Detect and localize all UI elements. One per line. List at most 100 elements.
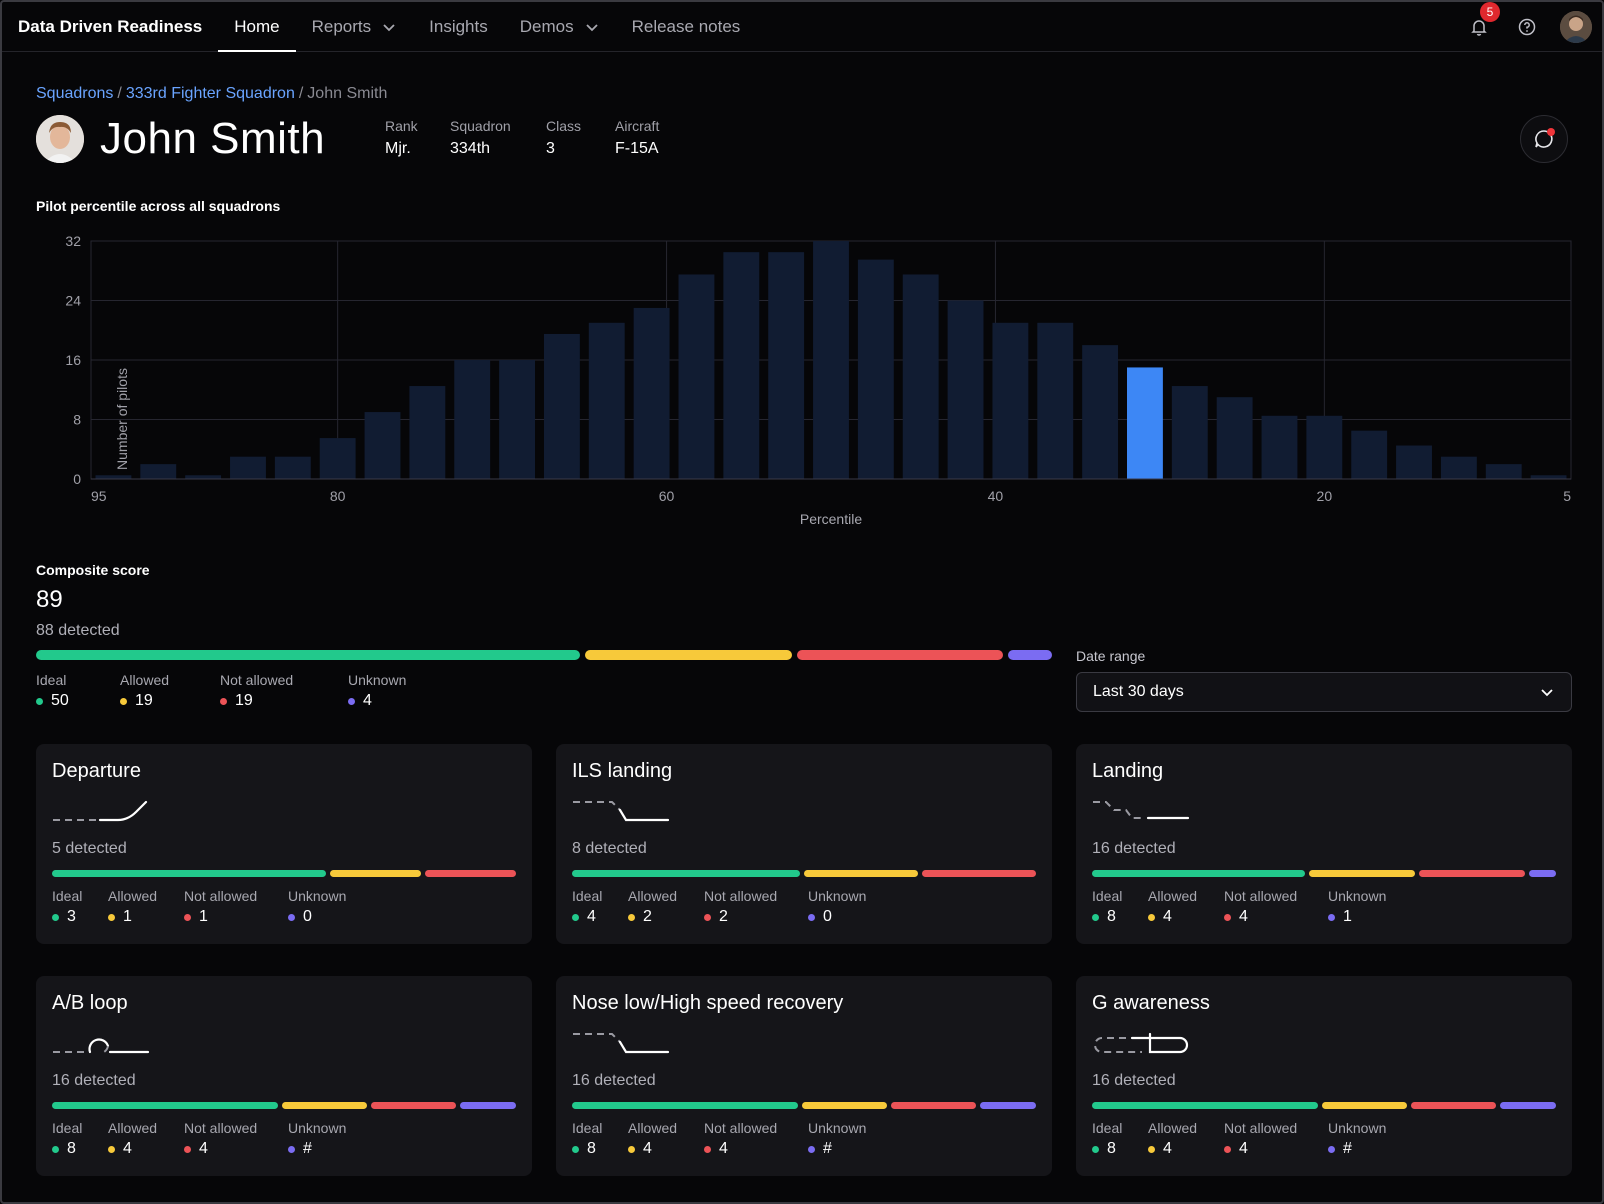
- legend-count: 0: [303, 908, 312, 925]
- legend-item: Allowed 4: [108, 1120, 184, 1158]
- breadcrumb-separator: /: [298, 85, 304, 102]
- card-segment-bar: [1092, 870, 1557, 877]
- bar[interactable]: [499, 360, 535, 479]
- nav-tab-reports[interactable]: Reports: [296, 2, 414, 51]
- maneuver-card-departure[interactable]: Departure 5 detected Ideal 3 Allowed 1 Not all…: [36, 744, 532, 944]
- card-detected: 16 detected: [1092, 840, 1176, 857]
- legend-item: Ideal 8: [1092, 888, 1148, 926]
- meta-rank: Rank Mjr.: [385, 118, 418, 158]
- bar[interactable]: [588, 322, 625, 479]
- maneuver-card-ils-landing[interactable]: ILS landing 8 detected Ideal 4 Allowed 2 Not a…: [556, 744, 1052, 944]
- nav-tab-home[interactable]: Home: [218, 2, 296, 52]
- bar[interactable]: [543, 333, 580, 479]
- meta-label: Aircraft: [615, 118, 660, 134]
- legend-value: #: [1328, 1140, 1408, 1158]
- bar[interactable]: [1216, 397, 1253, 479]
- bar[interactable]: [678, 274, 715, 479]
- legend-count: 2: [719, 908, 728, 925]
- nav-tab-demos[interactable]: Demos: [504, 2, 616, 51]
- legend-item: Allowed 2: [628, 888, 704, 926]
- legend-label: Ideal: [36, 672, 67, 688]
- bar[interactable]: [185, 475, 222, 479]
- maneuver-card-nose-low-high-speed-recovery[interactable]: Nose low/High speed recovery 16 detected I…: [556, 976, 1052, 1176]
- legend-value: 8: [52, 1140, 108, 1158]
- bar[interactable]: [1082, 345, 1119, 479]
- breadcrumb-333rd-fighter-squadron[interactable]: 333rd Fighter Squadron: [126, 85, 295, 102]
- segment-ideal: [36, 650, 581, 660]
- bar[interactable]: [1530, 475, 1567, 479]
- legend-count: 4: [1239, 1140, 1248, 1157]
- chat-button[interactable]: [1520, 115, 1568, 163]
- composite-legend: Ideal 50 Allowed 19 Not allowed 19 Unknown 4: [36, 672, 452, 710]
- bar[interactable]: [813, 241, 849, 479]
- legend-value: 4: [1148, 1140, 1224, 1158]
- legend-value: 8: [1092, 1140, 1148, 1158]
- legend-dot: [628, 913, 635, 921]
- bar[interactable]: [1261, 415, 1298, 479]
- bar[interactable]: [768, 252, 805, 479]
- card-legend: Ideal 8 Allowed 4 Not allowed 4 Unknown #: [1092, 1120, 1408, 1158]
- bar[interactable]: [1037, 322, 1074, 479]
- bar[interactable]: [857, 259, 894, 479]
- segment-allowed: [329, 870, 421, 877]
- bar[interactable]: [140, 464, 177, 479]
- legend-count: #: [823, 1140, 832, 1157]
- segment-unknown: [979, 1102, 1036, 1109]
- maneuver-card-a-b-loop[interactable]: A/B loop 16 detected Ideal 8 Allowed 4 Not all…: [36, 976, 532, 1176]
- legend-dot: [1092, 913, 1099, 921]
- legend-count: 4: [199, 1140, 208, 1157]
- legend-label: Ideal: [1092, 888, 1123, 904]
- legend-item: Unknown 0: [288, 888, 368, 926]
- user-avatar[interactable]: [1560, 11, 1592, 43]
- bar[interactable]: [947, 300, 984, 480]
- bar[interactable]: [723, 252, 760, 479]
- legend-item: Not allowed 4: [184, 1120, 288, 1158]
- nav-tab-release-notes[interactable]: Release notes: [616, 2, 757, 51]
- legend-dot: [572, 1145, 579, 1153]
- breadcrumb-squadrons[interactable]: Squadrons: [36, 85, 113, 102]
- bar[interactable]: [364, 412, 401, 479]
- card-title: Departure: [52, 760, 141, 782]
- legend-dot: [52, 913, 59, 921]
- chart-title: Pilot percentile across all squadrons: [36, 198, 281, 214]
- maneuver-card-landing[interactable]: Landing 16 detected Ideal 8 Allowed 4 Not allo…: [1076, 744, 1572, 944]
- maneuver-card-g-awareness[interactable]: G awareness 16 detected Ideal 8 Allowed 4 Not …: [1076, 976, 1572, 1176]
- card-detected: 16 detected: [1092, 1072, 1176, 1089]
- y-tick-label: 24: [65, 293, 81, 309]
- bar[interactable]: [230, 456, 266, 479]
- date-range-value: Last 30 days: [1093, 683, 1184, 700]
- legend-label: Not allowed: [184, 888, 258, 904]
- bar[interactable]: [95, 475, 132, 479]
- nose-low-recovery-icon: [573, 1033, 670, 1054]
- segment-ideal: [1092, 1102, 1318, 1109]
- bar[interactable]: [992, 322, 1029, 479]
- meta-class: Class 3: [546, 118, 581, 158]
- bar[interactable]: [902, 274, 939, 479]
- bar[interactable]: [1440, 456, 1477, 479]
- legend-item: Unknown 0: [808, 888, 888, 926]
- notifications-button[interactable]: 5: [1464, 2, 1500, 42]
- bar[interactable]: [1351, 430, 1388, 479]
- brand-title[interactable]: Data Driven Readiness: [2, 2, 218, 51]
- help-button[interactable]: [1512, 12, 1542, 42]
- legend-value: 0: [808, 908, 888, 926]
- bar-highlight[interactable]: [1127, 367, 1163, 479]
- bar[interactable]: [274, 456, 311, 479]
- legend-count: 50: [51, 692, 69, 709]
- legend-value: 4: [348, 692, 428, 710]
- bar[interactable]: [454, 360, 491, 479]
- bar[interactable]: [409, 386, 446, 479]
- bar[interactable]: [1396, 445, 1432, 479]
- legend-value: 4: [1224, 908, 1328, 926]
- card-detected: 5 detected: [52, 840, 127, 857]
- legend-item: Ideal 8: [572, 1120, 628, 1158]
- nav-tab-insights[interactable]: Insights: [413, 2, 504, 51]
- bar[interactable]: [1485, 464, 1522, 479]
- date-range-select[interactable]: Last 30 days: [1076, 672, 1572, 712]
- bar[interactable]: [1171, 386, 1208, 479]
- bar[interactable]: [1306, 415, 1343, 479]
- legend-label: Not allowed: [220, 672, 294, 688]
- legend-label: Ideal: [1092, 1120, 1123, 1136]
- bar[interactable]: [633, 307, 670, 479]
- bar[interactable]: [319, 438, 356, 479]
